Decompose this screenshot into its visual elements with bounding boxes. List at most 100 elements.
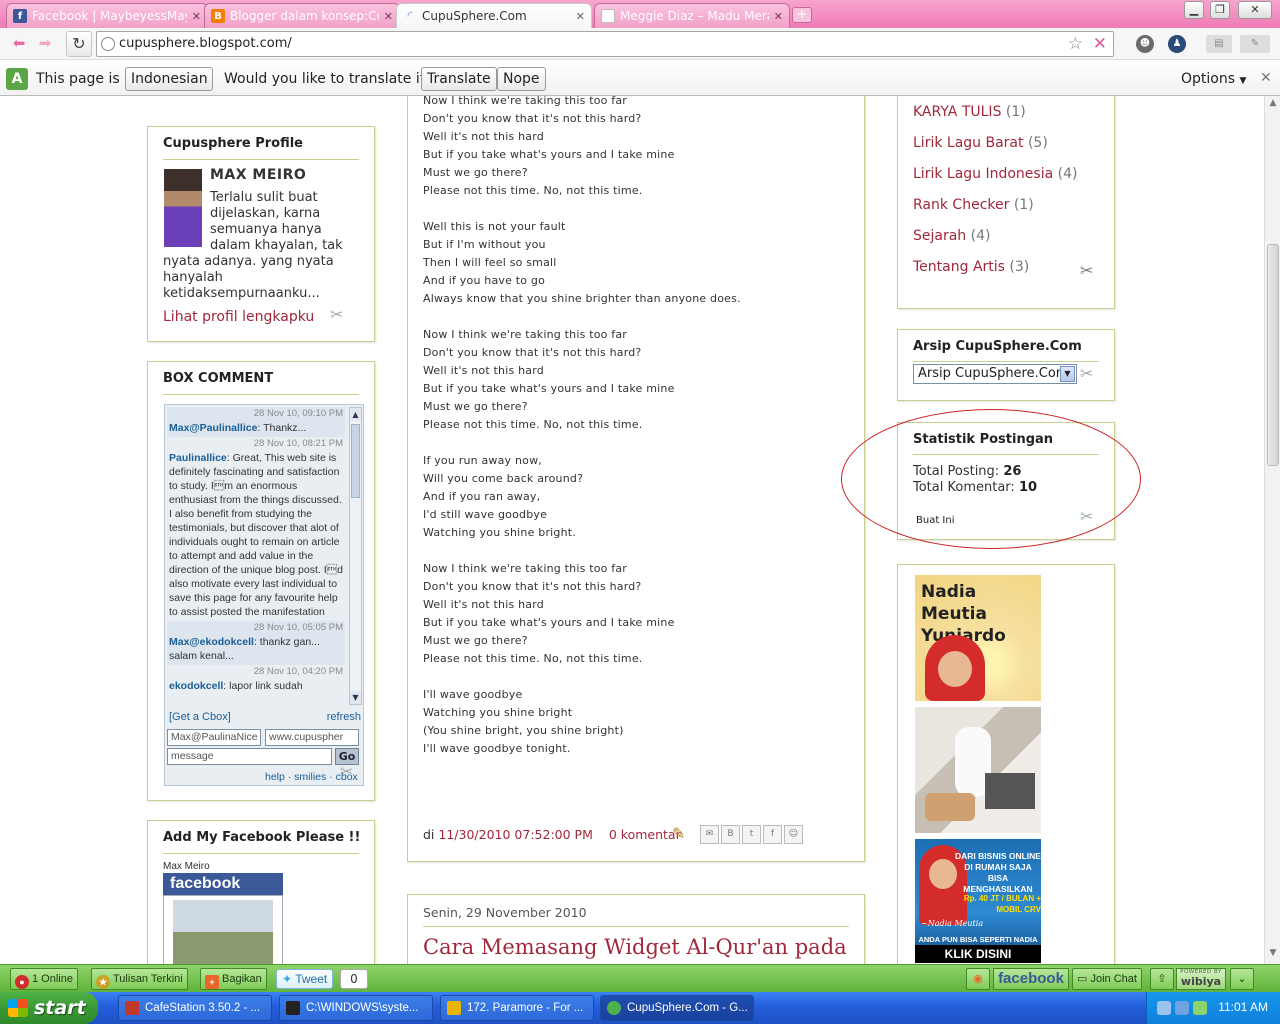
minimize-button[interactable]: ▁ [1184, 1, 1204, 19]
scroll-up-icon[interactable]: ▲ [1267, 98, 1279, 112]
label-link[interactable]: Rank Checker (1) [913, 197, 1034, 213]
wrench-menu-icon[interactable]: ✎ [1240, 35, 1270, 53]
cbox-name-input[interactable]: Max@PaulinaNice [167, 729, 261, 746]
stop-icon[interactable]: ✕ [1093, 34, 1107, 54]
cbox-url-input[interactable]: www.cupuspher [265, 729, 359, 746]
label-link[interactable]: KARYA TULIS (1) [913, 104, 1026, 120]
cbox-message-input[interactable]: message [167, 748, 332, 765]
recent-posts-button[interactable]: ★ Tulisan Terkini [91, 968, 188, 990]
reload-button[interactable]: ↻ [66, 31, 92, 57]
message-author[interactable]: ekodokcell [169, 680, 223, 692]
online-users-button[interactable]: ● 1 Online [10, 968, 78, 990]
tab-close-icon[interactable]: ✕ [774, 10, 783, 23]
collapse-toolbar-button[interactable]: ⌄ [1230, 968, 1254, 990]
scroll-thumb[interactable] [1267, 244, 1279, 466]
extension-chat-icon[interactable]: ☻ [1136, 35, 1154, 53]
post-title[interactable]: Cara Memasang Widget Al-Qur'an pada [423, 935, 847, 959]
edit-wrench-icon[interactable]: ✂ [1080, 507, 1093, 526]
tab-meggie-diaz[interactable]: Meggie Diaz – Madu Merah ... ✕ [594, 3, 790, 28]
scroll-down-icon[interactable]: ▼ [350, 691, 361, 704]
taskbar-item[interactable]: CafeStation 3.50.2 - ... [118, 995, 272, 1021]
edit-pencil-icon[interactable]: ✎ [672, 824, 685, 843]
address-bar[interactable]: cupusphere.blogspot.com/ ☆ ✕ [96, 31, 1114, 57]
label-link[interactable]: Lirik Lagu Indonesia (4) [913, 166, 1077, 182]
nope-button[interactable]: Nope [497, 67, 546, 91]
tab-cupusphere[interactable]: ◜ CupuSphere.Com ✕ [396, 3, 592, 28]
scroll-thumb[interactable] [351, 424, 360, 498]
make-this-link[interactable]: Buat Ini [916, 515, 955, 526]
share-button[interactable]: + Bagikan [200, 968, 267, 990]
comments-link[interactable]: 0 komentar [609, 827, 681, 842]
wibiya-logo[interactable]: POWERED BY wibiya [1176, 968, 1226, 990]
new-tab-button[interactable]: + [792, 7, 812, 23]
ad-banner-bisnis[interactable]: DARI BISNIS ONLINE DI RUMAH SAJA BISA ME… [915, 839, 1041, 963]
tray-icon[interactable] [1193, 1001, 1207, 1015]
get-cbox-link[interactable]: [Get a Cbox] [169, 711, 231, 723]
scroll-top-button[interactable]: ⇧ [1150, 968, 1174, 990]
join-chat-button[interactable]: ▭ Join Chat [1072, 968, 1142, 990]
tab-close-icon[interactable]: ✕ [192, 10, 201, 23]
full-profile-link[interactable]: Lihat profil lengkapku [163, 309, 314, 325]
translate-button[interactable]: Translate [421, 67, 497, 91]
back-button[interactable]: ⬅ [8, 34, 30, 54]
archive-select[interactable]: Arsip CupuSphere.Com ▼ [913, 364, 1077, 384]
edit-wrench-icon[interactable]: ✂ [1080, 364, 1093, 383]
edit-wrench-icon[interactable]: ✂ [340, 762, 353, 781]
message-author[interactable]: Paulinallice [169, 452, 227, 464]
maximize-button[interactable]: ❐ [1210, 1, 1230, 19]
lyric-line: And if you ran away, [423, 490, 541, 503]
ad-banner-family[interactable] [915, 707, 1041, 833]
forward-button[interactable]: ➡ [34, 34, 56, 54]
rss-button[interactable]: ◉ [966, 968, 990, 990]
label-link[interactable]: Sejarah (4) [913, 228, 990, 244]
tab-blogger[interactable]: B Blogger dalam konsep:Cup... ✕ [204, 3, 400, 28]
taskbar-item[interactable]: CupuSphere.Com - G... [600, 995, 754, 1021]
refresh-link[interactable]: refresh [327, 711, 361, 723]
page-scrollbar[interactable]: ▲ ▼ [1264, 96, 1280, 964]
bookmark-star-icon[interactable]: ☆ [1068, 34, 1083, 54]
label-link[interactable]: Lirik Lagu Barat (5) [913, 135, 1048, 151]
tab-close-icon[interactable]: ✕ [384, 10, 393, 23]
post-card: Now I think we're taking this too far Don… [407, 96, 865, 862]
lyric-line: Don't you know that it's not this hard? [423, 346, 642, 359]
scroll-down-icon[interactable]: ▼ [1267, 948, 1279, 962]
system-tray: 11:01 AM [1146, 992, 1280, 1024]
edit-wrench-icon[interactable]: ✂ [1080, 261, 1093, 280]
extension-user-icon[interactable]: ♟ [1168, 35, 1186, 53]
tray-icon[interactable] [1175, 1001, 1189, 1015]
message-author[interactable]: Max@Paulinallice [169, 422, 257, 434]
ad-cta[interactable]: KLIK DISINI [915, 945, 1041, 963]
facebook-share-icon[interactable]: f [763, 825, 782, 844]
post-permalink[interactable]: 11/30/2010 07:52:00 PM [438, 827, 592, 842]
lyric-line: Don't you know that it's not this hard? [423, 580, 642, 593]
message-author[interactable]: Max@ekodokcell [169, 636, 254, 648]
wibiya-brand: wibiya [1180, 975, 1222, 988]
ad-banner-nadia[interactable]: Nadia MeutiaYuniardo [915, 575, 1041, 701]
facebook-button[interactable]: facebook [993, 968, 1069, 990]
scroll-up-icon[interactable]: ▲ [350, 408, 361, 421]
label-link[interactable]: Tentang Artis (3) [913, 259, 1029, 275]
blogthis-share-icon[interactable]: B [721, 825, 740, 844]
options-menu[interactable]: Options ▼ [1181, 71, 1246, 87]
facebook-logo[interactable]: facebook [163, 873, 283, 895]
buzz-share-icon[interactable]: ☺ [784, 825, 803, 844]
close-window-button[interactable]: ✕ [1238, 1, 1272, 19]
tab-facebook[interactable]: f Facebook | MaybeyessMay... ✕ [6, 3, 208, 28]
close-infobar-icon[interactable]: ✕ [1260, 70, 1272, 86]
network-icon[interactable] [1157, 1001, 1171, 1015]
page-menu-icon[interactable]: ▤ [1206, 35, 1232, 53]
tweet-button[interactable]: ✦ Tweet [276, 969, 334, 989]
cbox-scrollbar[interactable]: ▲ ▼ [349, 407, 362, 705]
taskbar-item[interactable]: C:\WINDOWS\syste... [279, 995, 433, 1021]
twitter-share-icon[interactable]: t [742, 825, 761, 844]
email-share-icon[interactable]: ✉ [700, 825, 719, 844]
facebook-badge[interactable] [163, 895, 283, 964]
label-name: Tentang Artis [913, 259, 1005, 275]
tab-close-icon[interactable]: ✕ [576, 10, 585, 23]
lyric-line: But if you take what's yours and I take … [423, 616, 675, 629]
language-select[interactable]: Indonesian ▼ [125, 67, 213, 108]
start-button[interactable]: start [0, 992, 98, 1024]
taskbar-item[interactable]: 172. Paramore - For ... [440, 995, 594, 1021]
edit-wrench-icon[interactable]: ✂ [330, 305, 343, 324]
facebook-name[interactable]: Max Meiro [163, 861, 210, 872]
